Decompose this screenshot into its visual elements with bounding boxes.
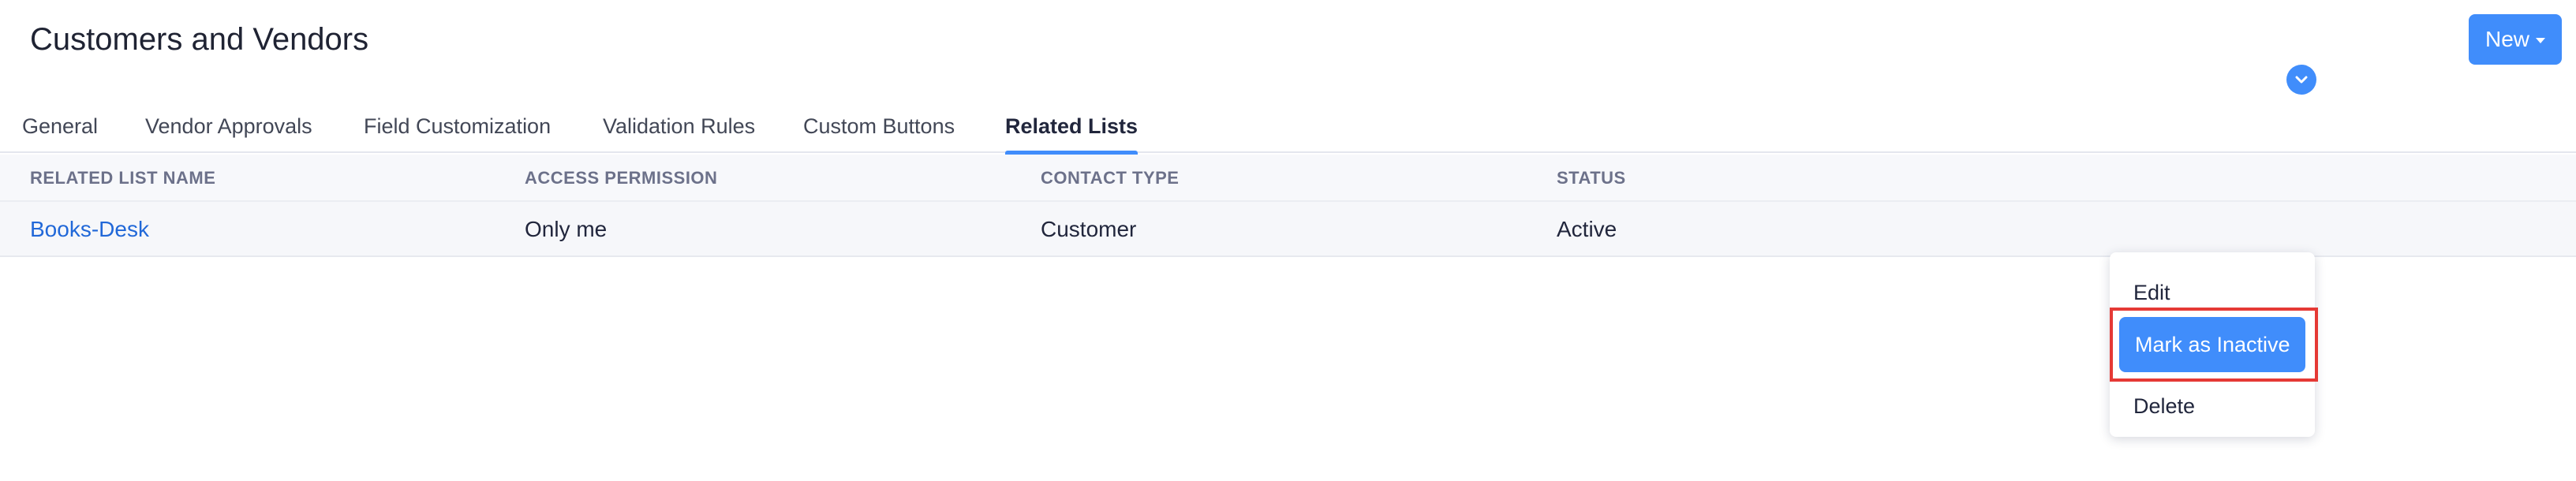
column-header-contact-type: CONTACT TYPE (1041, 168, 1180, 188)
related-lists-table: RELATED LIST NAME ACCESS PERMISSION CONT… (0, 155, 2576, 257)
page-title: Customers and Vendors (30, 22, 369, 57)
tab-general[interactable]: General (22, 103, 98, 153)
access-permission-cell: Only me (525, 217, 608, 241)
tab-validation-rules[interactable]: Validation Rules (603, 103, 755, 153)
page: Customers and Vendors New General Vendor… (0, 0, 2576, 481)
column-header-related-list-name: RELATED LIST NAME (30, 168, 216, 188)
tab-related-lists[interactable]: Related Lists (1005, 103, 1138, 155)
column-header-access-permission: ACCESS PERMISSION (525, 168, 718, 188)
caret-down-icon (2536, 38, 2545, 43)
row-actions-toggle[interactable] (2286, 65, 2316, 95)
table-header: RELATED LIST NAME ACCESS PERMISSION CONT… (0, 155, 2576, 202)
tab-bar: General Vendor Approvals Field Customiza… (0, 103, 2576, 155)
chevron-down-icon (2295, 76, 2308, 84)
tab-custom-buttons[interactable]: Custom Buttons (803, 103, 955, 153)
contact-type-cell: Customer (1041, 217, 1137, 241)
menu-item-delete[interactable]: Delete (2110, 385, 2315, 427)
new-button-label: New (2484, 27, 2529, 51)
new-button[interactable]: New (2469, 14, 2562, 65)
tab-vendor-approvals[interactable]: Vendor Approvals (145, 103, 312, 153)
related-list-name-link[interactable]: Books-Desk (30, 202, 149, 257)
menu-item-mark-as-inactive[interactable]: Mark as Inactive (2119, 317, 2305, 372)
column-header-status: STATUS (1557, 168, 1626, 188)
tab-field-customization[interactable]: Field Customization (364, 103, 551, 153)
table-row[interactable]: Books-Desk Only me Customer Active (0, 202, 2576, 257)
status-cell: Active (1557, 217, 1617, 241)
